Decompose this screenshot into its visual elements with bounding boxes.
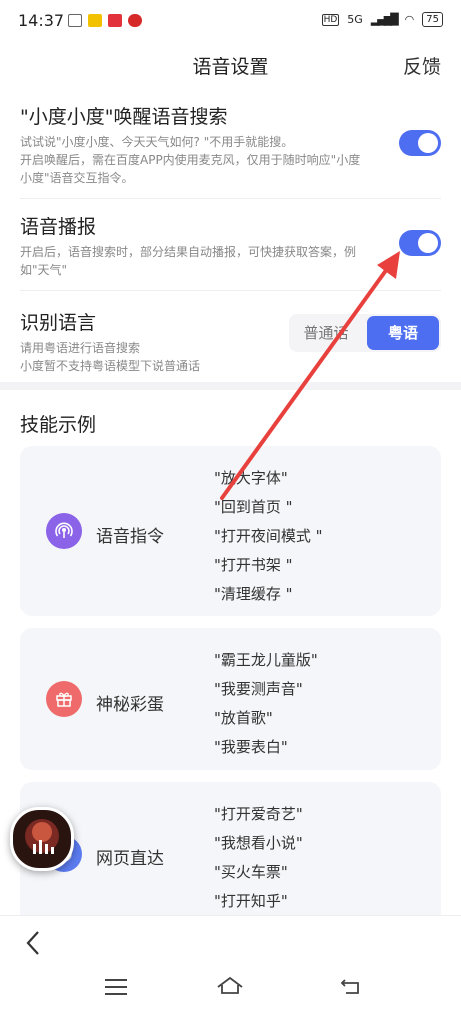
network-label: 5G [347,13,363,26]
wake-title: "小度小度"唤醒语音搜索 [20,106,228,128]
option-cantonese[interactable]: 粤语 [367,316,439,350]
nav-bar: 语音设置 反馈 [0,42,461,88]
battery-icon: 75 [422,12,443,27]
app-notification-icon [68,14,82,27]
broadcast-toggle[interactable] [399,230,441,256]
example-item[interactable]: "买火车票" [214,858,303,887]
card-name: 神秘彩蛋 [96,695,164,715]
language-segmented-control: 普通话 粤语 [289,314,441,352]
broadcast-title: 语音播报 [20,216,97,238]
example-item[interactable]: "我想看小说" [214,829,303,858]
wifi-icon: ◠ [404,13,415,26]
status-bar: 14:37 HD 5G ▂▄▆█ ◠ 75 [0,0,461,42]
app-notification-icon [128,14,142,27]
divider [20,290,441,291]
skill-card-easter-egg[interactable]: 神秘彩蛋 "霸王龙儿童版" "我要测声音" "放首歌" "我要表白" [20,628,441,770]
card-examples: "打开爱奇艺" "我想看小说" "买火车票" "打开知乎" [214,800,303,916]
menu-icon[interactable] [105,979,127,1000]
status-right: HD 5G ▂▄▆█ ◠ 75 [321,12,443,27]
page-title: 语音设置 [192,56,269,78]
example-item[interactable]: "霸王龙儿童版" [214,646,318,675]
feedback-button[interactable]: 反馈 [403,52,441,79]
example-item[interactable]: "清理缓存 " [214,580,323,609]
podcast-icon [46,513,82,549]
broadcast-desc-line: 开启后，语音搜索时，部分结果自动播报，可快捷获取答案，例 [20,245,357,259]
broadcast-setting: 语音播报 开启后，语音搜索时，部分结果自动播报，可快捷获取答案，例 如"天气" [20,212,441,279]
wake-setting: "小度小度"唤醒语音搜索 试试说"小度小度、今天天气如何? "不用手就能搜。 开… [20,102,441,187]
example-item[interactable]: "我要表白" [214,733,318,762]
status-time: 14:37 [18,11,65,30]
hd-icon: HD [321,13,340,26]
broadcast-description: 开启后，语音搜索时，部分结果自动播报，可快捷获取答案，例 如"天气" [20,243,380,279]
floating-assistant-avatar[interactable] [10,807,74,871]
example-item[interactable]: "打开书架 " [214,551,323,580]
card-examples: "霸王龙儿童版" "我要测声音" "放首歌" "我要表白" [214,646,318,762]
example-item[interactable]: "我要测声音" [214,675,318,704]
example-item[interactable]: "放首歌" [214,704,318,733]
signal-icon: ▂▄▆█ [370,13,399,26]
wake-desc-line: 开启唤醒后，需在百度APP内使用麦克风，仅用于随时响应"小度 [20,153,361,167]
app-notification-icon [108,14,122,27]
card-name: 语音指令 [96,527,164,547]
language-desc-line: 小度暂不支持粤语模型下说普通话 [20,359,201,373]
wake-desc-line: 小度"语音交互指令。 [20,171,134,185]
card-examples: "放大字体" "回到首页 " "打开夜间模式 " "打开书架 " "清理缓存 " [214,464,323,609]
skills-title: 技能示例 [20,414,97,436]
divider [20,198,441,199]
back-arrow-icon[interactable] [24,930,42,963]
notification-icons [68,14,142,27]
skill-card-voice-command[interactable]: 语音指令 "放大字体" "回到首页 " "打开夜间模式 " "打开书架 " "清… [20,446,441,616]
wake-description: 试试说"小度小度、今天天气如何? "不用手就能搜。 开启唤醒后，需在百度APP内… [20,133,380,187]
broadcast-desc-line: 如"天气" [20,263,68,277]
system-back-icon[interactable] [340,979,362,995]
card-name: 网页直达 [96,849,164,869]
wake-desc-line: 试试说"小度小度、今天天气如何? "不用手就能搜。 [20,135,294,149]
gift-icon [46,681,82,717]
example-item[interactable]: "打开夜间模式 " [214,522,323,551]
example-item[interactable]: "打开知乎" [214,887,303,916]
skill-card-web-direct[interactable]: 网页直达 "打开爱奇艺" "我想看小说" "买火车票" "打开知乎" [20,782,441,932]
section-gap [0,382,461,390]
wake-toggle[interactable] [399,130,441,156]
home-icon[interactable] [216,975,244,995]
app-notification-icon [88,14,102,27]
option-mandarin[interactable]: 普通话 [289,314,363,352]
example-item[interactable]: "放大字体" [214,464,323,493]
bottom-bar [0,915,461,1025]
example-item[interactable]: "打开爱奇艺" [214,800,303,829]
example-item[interactable]: "回到首页 " [214,493,323,522]
